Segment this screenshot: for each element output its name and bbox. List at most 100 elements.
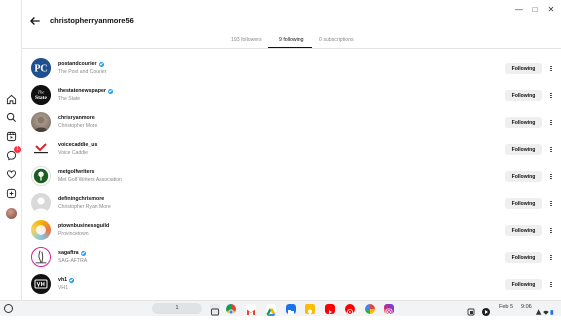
more-options-icon[interactable] bbox=[548, 144, 554, 155]
full-name: The State bbox=[58, 96, 81, 102]
full-name: Provincetown bbox=[58, 231, 89, 237]
more-options-icon[interactable] bbox=[548, 252, 554, 263]
photos-icon[interactable] bbox=[365, 304, 375, 314]
window-controls: — □ ✕ bbox=[513, 3, 557, 15]
heart-icon[interactable] bbox=[5, 168, 17, 180]
following-button[interactable]: Following bbox=[505, 171, 542, 182]
tab-following[interactable]: 9 following bbox=[279, 37, 304, 43]
avatar[interactable] bbox=[31, 220, 51, 240]
settings-tray-icon[interactable] bbox=[535, 304, 554, 315]
svg-text:State: State bbox=[35, 95, 47, 101]
avatar[interactable] bbox=[31, 247, 51, 267]
desk-switcher[interactable]: 1 bbox=[152, 303, 202, 314]
create-icon[interactable] bbox=[5, 187, 17, 199]
list-item[interactable]: PC postandcourier The Post and Courier F… bbox=[22, 55, 561, 82]
verified-badge-icon bbox=[80, 250, 86, 256]
full-name: VH1 bbox=[58, 285, 68, 291]
list-item[interactable]: chrisryanmore Christopher More Following bbox=[22, 109, 561, 136]
youtube-music-icon[interactable] bbox=[345, 304, 355, 315]
more-options-icon[interactable] bbox=[548, 90, 554, 101]
verified-badge-icon bbox=[107, 88, 113, 94]
following-button[interactable]: Following bbox=[505, 90, 542, 101]
profile-avatar[interactable] bbox=[5, 207, 17, 219]
avatar[interactable]: PC bbox=[31, 58, 51, 78]
search-icon[interactable] bbox=[5, 111, 17, 123]
username[interactable]: definingchrismore bbox=[58, 196, 104, 202]
username[interactable]: postandcourier bbox=[58, 61, 97, 67]
clock-label[interactable]: 9:06 bbox=[521, 304, 532, 310]
page-title: christopherryanmore56 bbox=[50, 16, 134, 25]
list-item[interactable]: vh1 VH1 Following bbox=[22, 271, 561, 298]
more-options-icon[interactable] bbox=[548, 225, 554, 236]
following-button[interactable]: Following bbox=[505, 63, 542, 74]
files-icon[interactable] bbox=[286, 304, 296, 315]
avatar bbox=[5, 207, 17, 219]
tab-subscriptions[interactable]: 0 subscriptions bbox=[319, 37, 354, 43]
full-name: SAG-AFTRA bbox=[58, 258, 88, 264]
youtube-icon[interactable] bbox=[325, 304, 335, 314]
tab-followers[interactable]: 193 followers bbox=[231, 37, 262, 43]
home-icon[interactable] bbox=[5, 93, 17, 105]
svg-text:The: The bbox=[38, 90, 45, 95]
chrome-icon[interactable] bbox=[226, 304, 236, 315]
following-button[interactable]: Following bbox=[505, 225, 542, 236]
list-item[interactable]: definingchrismore Christopher Ryan More … bbox=[22, 190, 561, 217]
os-shelf: 1 Feb 5 9:06 bbox=[0, 300, 561, 316]
username[interactable]: metgolfwriters bbox=[58, 169, 95, 175]
avatar[interactable] bbox=[31, 274, 51, 294]
list-item[interactable]: sagaftra SAG-AFTRA Following bbox=[22, 244, 561, 271]
avatar[interactable] bbox=[31, 112, 51, 132]
minimize-icon[interactable]: — bbox=[513, 3, 525, 15]
full-name: Met Golf Writers Association bbox=[58, 177, 122, 183]
svg-text:PC: PC bbox=[34, 64, 47, 75]
more-options-icon[interactable] bbox=[548, 171, 554, 182]
more-options-icon[interactable] bbox=[548, 279, 554, 290]
verified-badge-icon bbox=[98, 61, 104, 67]
full-name: Christopher More bbox=[58, 123, 98, 129]
close-icon[interactable]: ✕ bbox=[545, 3, 557, 15]
media-control-icon[interactable] bbox=[481, 304, 491, 316]
username[interactable]: thestatenewspaper bbox=[58, 88, 106, 94]
following-button[interactable]: Following bbox=[505, 117, 542, 128]
avatar[interactable] bbox=[31, 139, 51, 159]
full-name: Christopher Ryan More bbox=[58, 204, 111, 210]
active-tab-indicator bbox=[268, 47, 312, 48]
reels-icon[interactable] bbox=[5, 130, 17, 142]
username[interactable]: sagaftra bbox=[58, 250, 79, 256]
list-item[interactable]: The State thestatenewspaper The State Fol… bbox=[22, 82, 561, 109]
avatar[interactable]: The State bbox=[31, 85, 51, 105]
full-name: The Post and Courier bbox=[58, 69, 107, 75]
list-item[interactable]: ptownbusinessguild Provincetown Followin… bbox=[22, 217, 561, 244]
avatar[interactable] bbox=[31, 193, 51, 213]
username[interactable]: chrisryanmore bbox=[58, 115, 95, 121]
username[interactable]: ptownbusinessguild bbox=[58, 223, 109, 229]
date-label[interactable]: Feb 5 bbox=[499, 304, 513, 310]
more-options-icon[interactable] bbox=[548, 117, 554, 128]
instagram-icon[interactable] bbox=[384, 304, 394, 316]
more-options-icon[interactable] bbox=[548, 198, 554, 209]
instagram-window: — □ ✕ 1 christopherryanmore56 193 follow… bbox=[0, 0, 561, 300]
list-item[interactable]: voicecaddie_us Voice Caddie Following bbox=[22, 136, 561, 163]
gmail-icon[interactable] bbox=[246, 304, 256, 315]
messenger-icon[interactable]: 1 bbox=[5, 146, 21, 161]
avatar[interactable] bbox=[31, 166, 51, 186]
full-name: Voice Caddie bbox=[58, 150, 89, 156]
username[interactable]: voicecaddie_us bbox=[58, 142, 97, 148]
back-arrow-icon[interactable] bbox=[28, 14, 42, 28]
list-item[interactable]: metgolfwriters Met Golf Writers Associat… bbox=[22, 163, 561, 190]
verified-badge-icon bbox=[69, 277, 75, 283]
drive-icon[interactable] bbox=[266, 304, 276, 316]
more-options-icon[interactable] bbox=[548, 63, 554, 74]
following-button[interactable]: Following bbox=[505, 144, 542, 155]
username[interactable]: vh1 bbox=[58, 277, 67, 283]
sidebar-nav: 1 bbox=[0, 0, 22, 300]
phone-hub-icon[interactable] bbox=[466, 304, 476, 316]
launcher-icon[interactable] bbox=[4, 304, 13, 313]
following-button[interactable]: Following bbox=[505, 279, 542, 290]
following-button[interactable]: Following bbox=[505, 252, 542, 263]
following-button[interactable]: Following bbox=[505, 198, 542, 209]
overview-icon[interactable] bbox=[210, 304, 220, 316]
maximize-icon[interactable]: □ bbox=[529, 3, 541, 15]
notification-badge: 1 bbox=[14, 146, 21, 153]
keep-icon[interactable] bbox=[305, 304, 315, 315]
